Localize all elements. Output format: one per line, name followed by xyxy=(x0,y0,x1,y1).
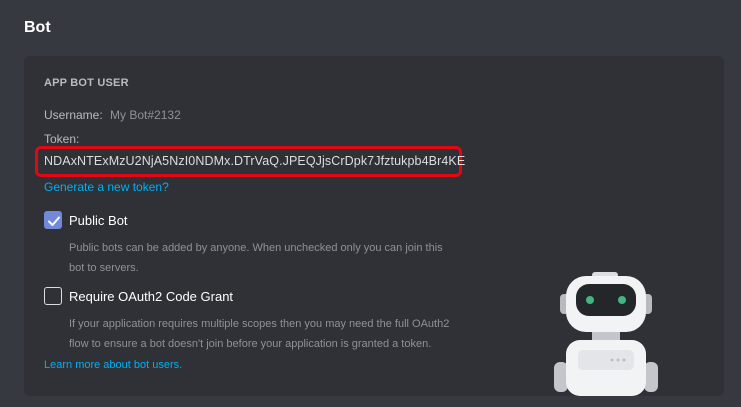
username-row: Username: My Bot#2132 xyxy=(44,108,181,122)
section-label: APP BOT USER xyxy=(44,77,129,89)
robot-mascot-icon xyxy=(554,272,658,396)
oauth2-description-line: flow to ensure a bot doesn't join before… xyxy=(69,338,432,350)
checkmark-icon xyxy=(48,216,60,226)
oauth2-grant-label[interactable]: Require OAuth2 Code Grant xyxy=(69,289,233,304)
oauth2-grant-checkbox[interactable] xyxy=(44,287,62,305)
public-bot-description: Public bots can be added by anyone. When… xyxy=(69,238,489,278)
public-bot-label[interactable]: Public Bot xyxy=(69,213,128,228)
username-value: My Bot#2132 xyxy=(110,108,181,122)
generate-token-link[interactable]: Generate a new token? xyxy=(44,180,169,194)
page-title: Bot xyxy=(24,19,51,36)
token-label: Token: xyxy=(44,132,80,146)
learn-more-link[interactable]: Learn more about bot users. xyxy=(44,359,182,371)
oauth2-description-line: If your application requires multiple sc… xyxy=(69,318,450,330)
public-bot-checkbox[interactable] xyxy=(44,211,62,229)
oauth2-grant-description: If your application requires multiple sc… xyxy=(69,314,489,354)
public-bot-description-line: Public bots can be added by anyone. When… xyxy=(69,242,443,254)
username-label: Username: xyxy=(44,108,103,122)
public-bot-description-line: bot to servers. xyxy=(69,262,139,274)
bot-user-card: APP BOT USER Username: My Bot#2132 Token… xyxy=(24,56,724,396)
token-value[interactable]: NDAxNTExMzU2NjA5NzI0NDMx.DTrVaQ.JPEQJjsC… xyxy=(44,154,465,168)
